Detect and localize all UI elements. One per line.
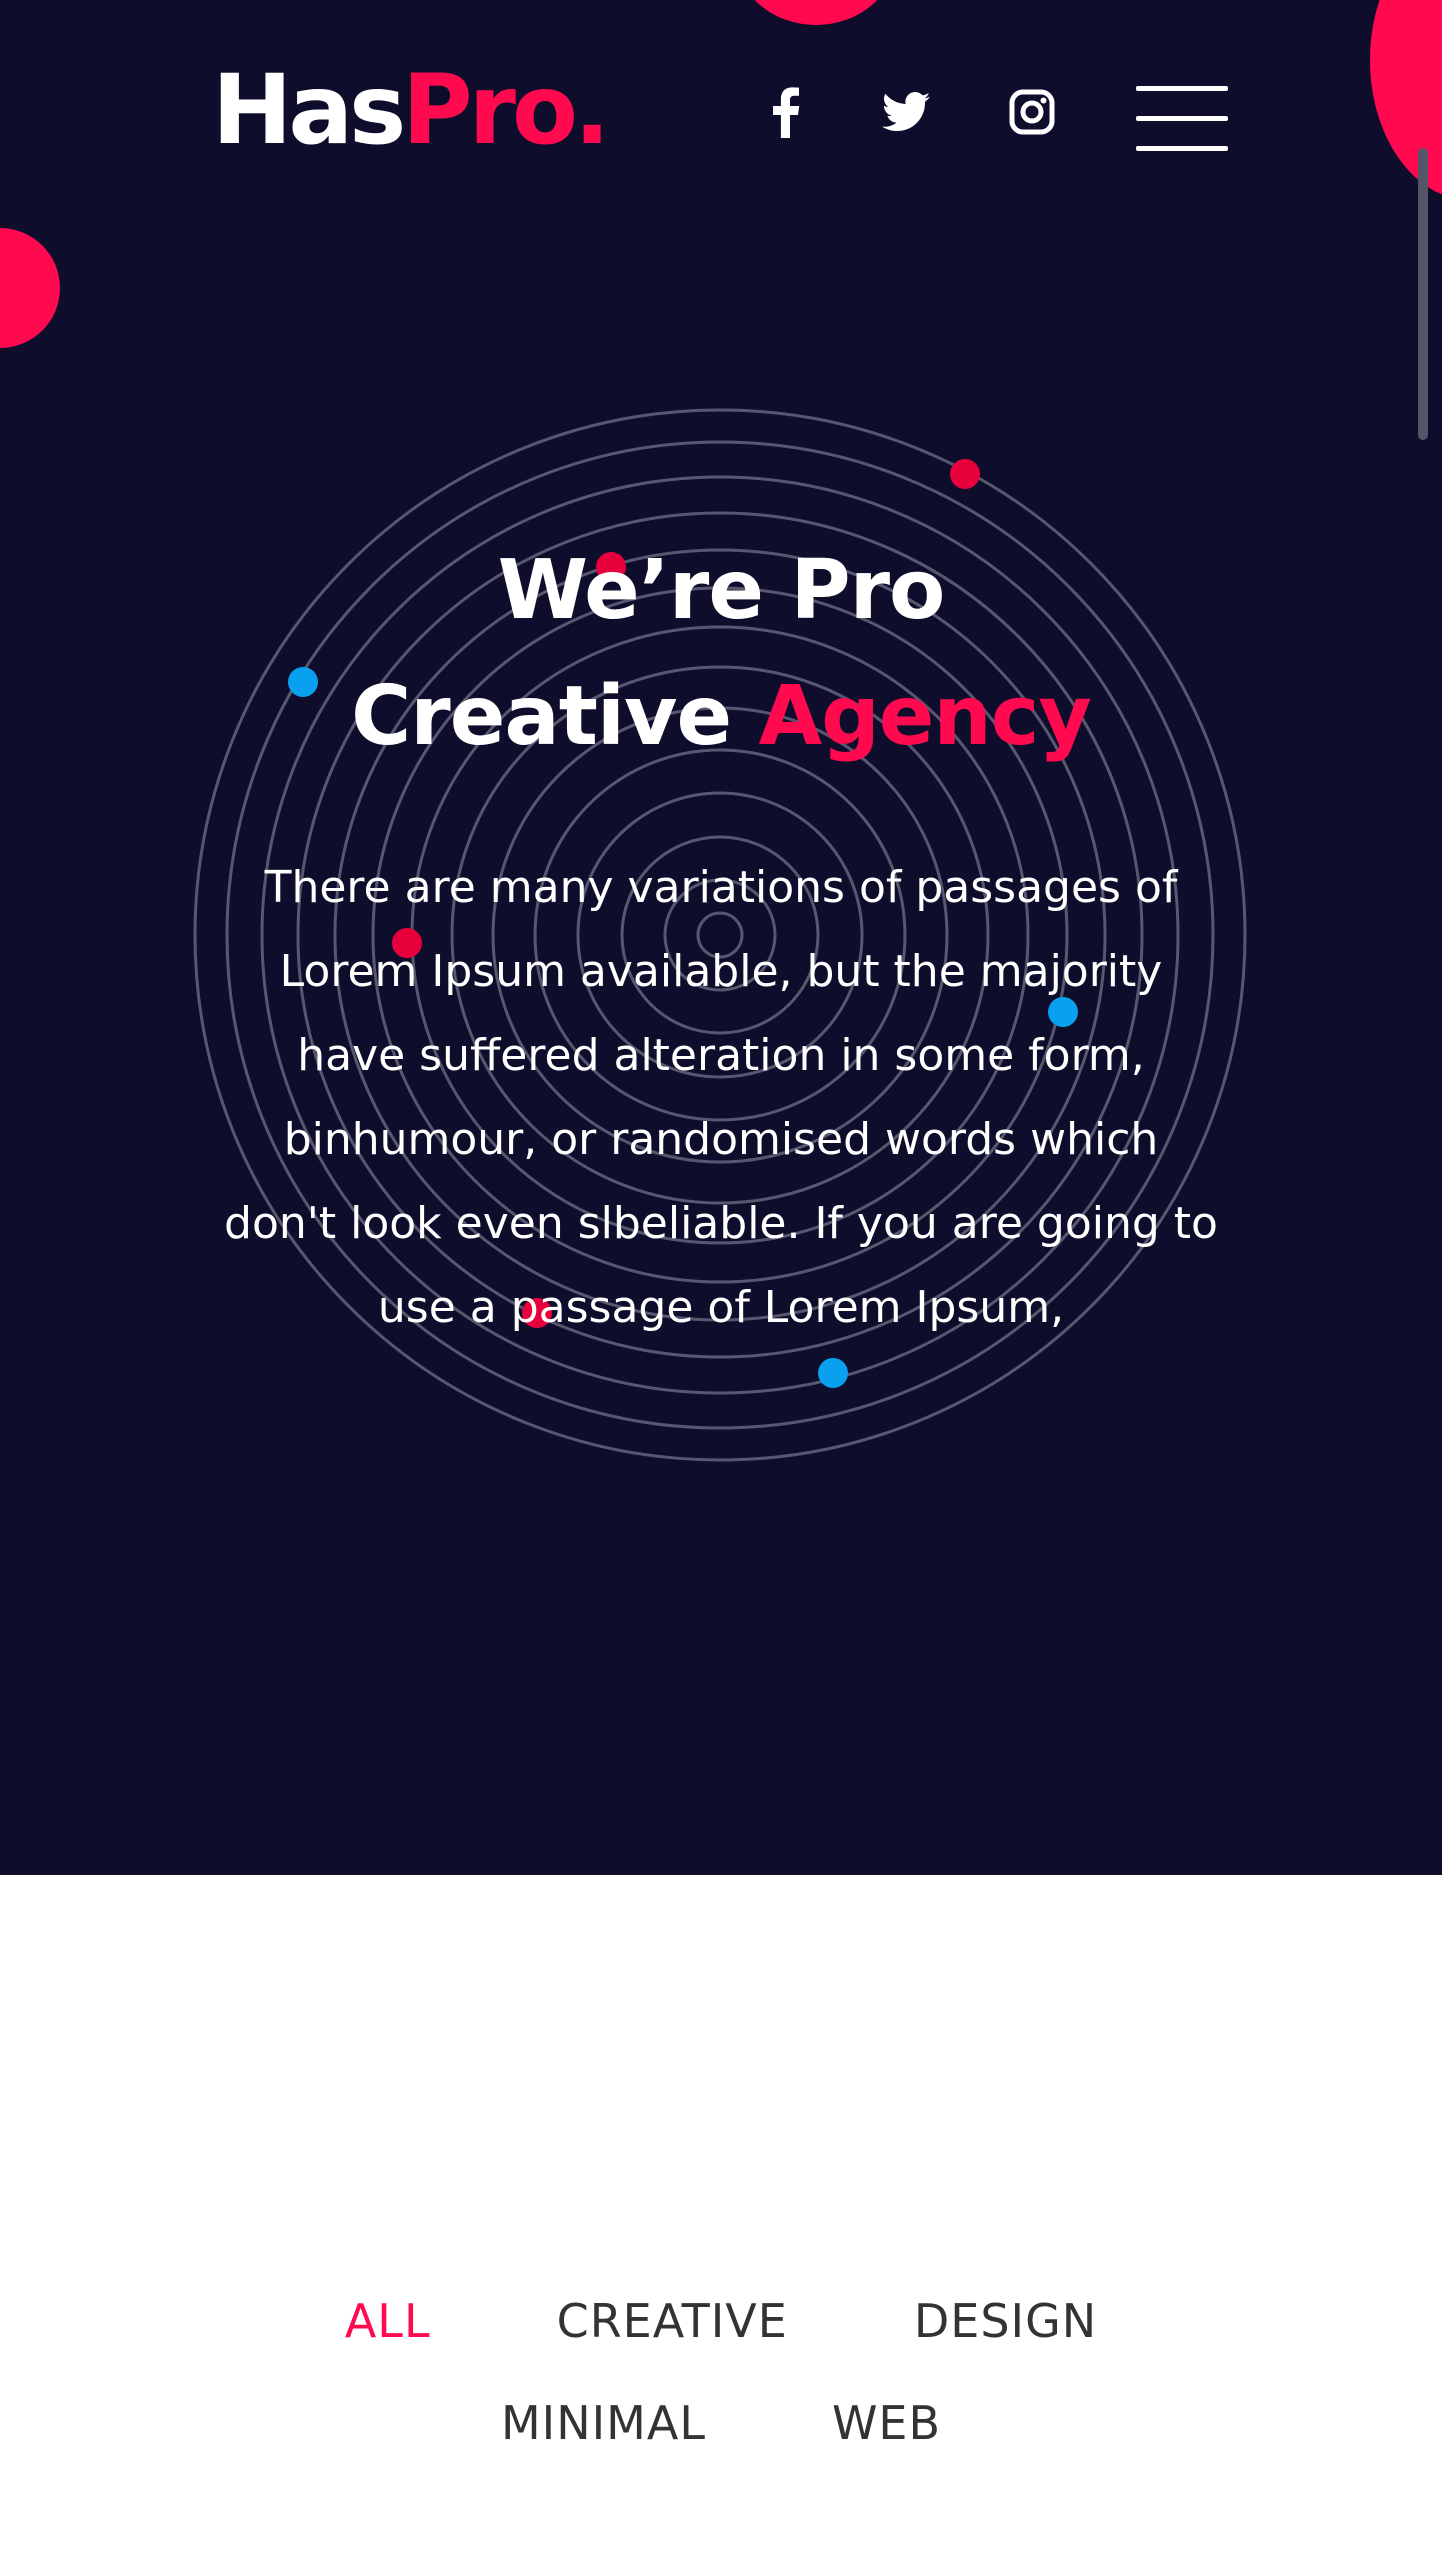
hero-title-line2: Creative Agency [0, 654, 1442, 780]
filter-creative[interactable]: CREATIVE [557, 2270, 788, 2372]
portfolio-filter-bar: ALL CREATIVE DESIGN MINIMAL WEB [0, 2270, 1442, 2474]
decorative-circle-top [736, 0, 896, 25]
filter-row: MINIMAL WEB [0, 2372, 1442, 2474]
orbit-dot [818, 1358, 848, 1388]
twitter-link[interactable] [876, 82, 936, 142]
orbit-dot [950, 459, 980, 489]
filter-minimal[interactable]: MINIMAL [501, 2372, 706, 2474]
logo[interactable]: HasPro. [212, 60, 610, 160]
hero-section: HasPro. We’re Pro Creative Agency There … [0, 0, 1442, 1875]
facebook-link[interactable] [756, 82, 816, 142]
hamburger-menu-icon [1136, 86, 1228, 91]
hero-description: There are many variations of passages of… [224, 862, 1218, 1333]
logo-accent-text: Pro. [402, 54, 610, 166]
filter-web[interactable]: WEB [832, 2372, 941, 2474]
hero-title-line1: We’re Pro [497, 543, 946, 638]
logo-main-text: Has [212, 54, 406, 166]
facebook-icon [773, 87, 800, 138]
hero-title-accent: Agency [758, 669, 1092, 764]
hamburger-line [1136, 146, 1228, 151]
scrollbar-thumb[interactable] [1418, 148, 1428, 440]
filter-row: ALL CREATIVE DESIGN [0, 2270, 1442, 2372]
instagram-link[interactable] [1002, 82, 1062, 142]
decorative-circle-left [0, 228, 60, 348]
hero-title: We’re Pro Creative Agency [0, 528, 1442, 780]
filter-all[interactable]: ALL [345, 2270, 431, 2372]
twitter-icon [882, 92, 930, 131]
hamburger-line [1136, 116, 1228, 121]
filter-design[interactable]: DESIGN [914, 2270, 1097, 2372]
instagram-icon [1009, 89, 1055, 135]
hamburger-menu-button[interactable] [1136, 86, 1228, 152]
decorative-circle-right [1370, 0, 1442, 200]
hero-title-main: Creative [351, 669, 732, 764]
